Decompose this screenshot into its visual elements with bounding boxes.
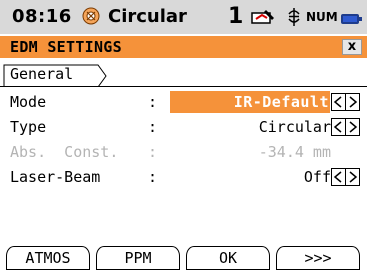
battery-icon[interactable] xyxy=(340,10,362,24)
clock: 08:16 xyxy=(12,6,72,27)
tab-divider xyxy=(0,86,367,87)
field-type-value[interactable]: Circular xyxy=(259,118,331,136)
field-mode-left-right-arrows-icon[interactable] xyxy=(331,93,361,111)
field-mode[interactable]: Mode : IR-Default xyxy=(0,91,367,113)
prism-mode[interactable]: Circular xyxy=(108,6,187,27)
num-lock-indicator: NUM xyxy=(306,10,338,24)
softkey-ok[interactable]: OK xyxy=(186,246,270,270)
page-title: EDM SETTINGS xyxy=(10,38,122,56)
field-laser-beam-colon: : xyxy=(148,168,158,186)
field-type-left-right-arrows-icon[interactable] xyxy=(331,118,361,136)
field-mode-colon: : xyxy=(148,93,158,111)
field-mode-label: Mode xyxy=(10,93,47,111)
softkey-atmos[interactable]: ATMOS xyxy=(6,246,90,270)
field-laser-beam-value[interactable]: Off xyxy=(304,168,331,186)
softkey-more[interactable]: >>> xyxy=(276,246,360,270)
field-type-colon: : xyxy=(148,118,158,136)
field-abs-const-value: -34.4 mm xyxy=(258,143,331,161)
face-indicator: 1 xyxy=(228,4,244,29)
field-type[interactable]: Type : Circular xyxy=(0,116,367,138)
field-mode-value[interactable]: IR-Default xyxy=(234,93,329,111)
softkey-ppm[interactable]: PPM xyxy=(96,246,180,270)
tab-general[interactable]: General xyxy=(0,63,110,87)
target-icon[interactable] xyxy=(82,7,100,25)
field-type-label: Type xyxy=(10,118,47,136)
close-button[interactable]: x xyxy=(342,39,362,55)
status-bar: 08:16 Circular 1 NUM xyxy=(0,0,367,34)
field-laser-beam-label: Laser-Beam xyxy=(10,168,101,186)
laser-icon[interactable] xyxy=(287,6,301,28)
softkey-bar: ATMOS PPM OK >>> xyxy=(0,244,367,272)
field-abs-const: Abs. Const. : -34.4 mm xyxy=(0,141,367,163)
title-bar: EDM SETTINGS x xyxy=(0,36,367,58)
field-abs-const-colon: : xyxy=(148,143,158,161)
field-laser-beam-left-right-arrows-icon[interactable] xyxy=(331,168,361,186)
field-laser-beam[interactable]: Laser-Beam : Off xyxy=(0,166,367,188)
edit-icon[interactable] xyxy=(250,8,278,26)
field-abs-const-label: Abs. Const. xyxy=(10,143,119,161)
tab-general-label: General xyxy=(10,65,74,83)
edm-settings-screen: 08:16 Circular 1 NUM EDM SETTINGS x Gene… xyxy=(0,0,367,272)
